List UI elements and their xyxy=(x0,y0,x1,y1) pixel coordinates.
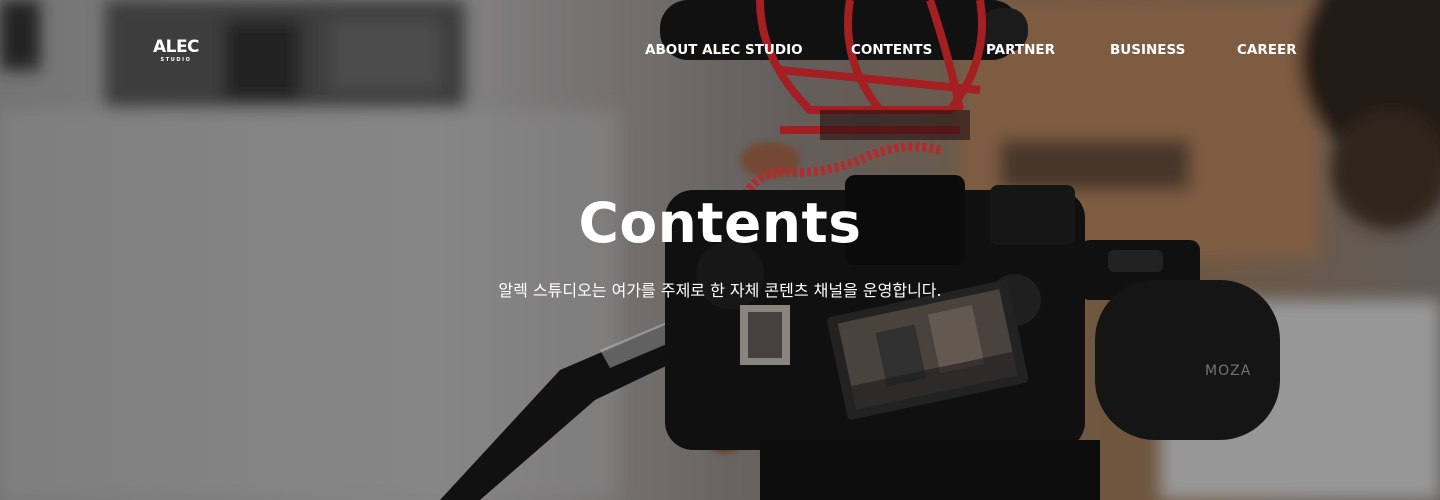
page-title: Contents xyxy=(578,191,862,255)
nav-item-business[interactable]: BUSINESS xyxy=(1110,40,1185,60)
nav-item-career[interactable]: CAREER xyxy=(1237,40,1297,60)
nav-item-contents[interactable]: CONTENTS xyxy=(851,40,932,60)
page-subtitle: 알렉 스튜디오는 여가를 주제로 한 자체 콘텐츠 채널을 운영합니다. xyxy=(498,281,942,300)
main-nav: ABOUT ALEC STUDIO CONTENTS PARTNER BUSIN… xyxy=(0,40,1440,60)
nav-item-partner[interactable]: PARTNER xyxy=(986,40,1055,60)
site-header: ALEC STUDIO ABOUT ALEC STUDIO CONTENTS P… xyxy=(0,0,1440,100)
nav-item-about-alec-studio[interactable]: ABOUT ALEC STUDIO xyxy=(645,40,803,60)
